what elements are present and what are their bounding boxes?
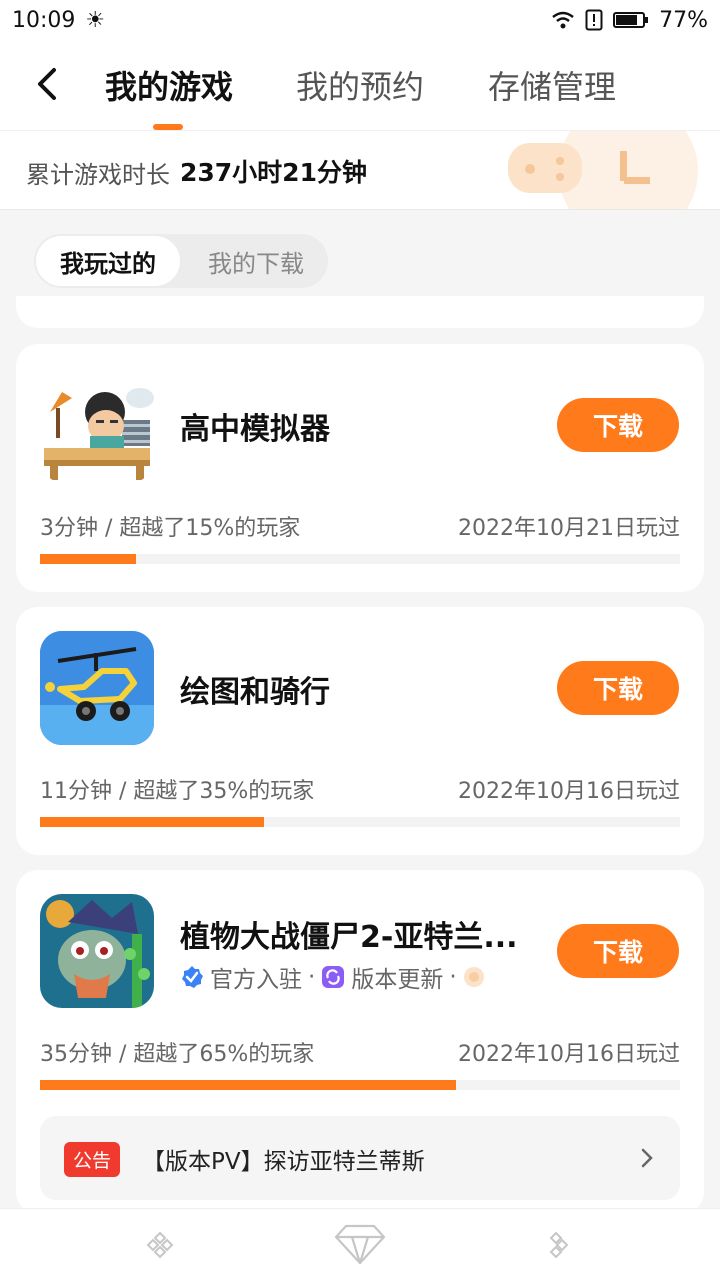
game-stat: 11分钟 / 超越了35%的玩家 <box>40 779 315 804</box>
percentile-bar <box>40 817 680 827</box>
game-stat: 35分钟 / 超越了65%的玩家 <box>40 1042 315 1067</box>
total-playtime-banner: 累计游戏时长 237小时21分钟 <box>0 130 720 210</box>
previous-card-edge <box>16 296 704 328</box>
playtime-label: 累计游戏时长 <box>26 161 170 189</box>
more-tags-icon <box>463 967 484 987</box>
game-name[interactable]: 高中模拟器 <box>180 404 330 448</box>
game-name[interactable]: 植物大战僵尸2-亚特兰... <box>180 912 518 956</box>
download-button[interactable]: 下载 <box>557 661 679 715</box>
filter-my-downloads[interactable]: 我的下载 <box>184 234 328 288</box>
wifi-icon <box>552 11 574 29</box>
tag-official: 官方入驻 <box>210 967 302 993</box>
game-card[interactable]: 植物大战僵尸2-亚特兰... 下载 官方入驻 · 版本更新 · 35分钟 / 超… <box>16 870 704 1214</box>
percentile-fill <box>40 554 136 564</box>
announcement-row[interactable]: 公告 【版本PV】探访亚特兰蒂斯 <box>40 1116 680 1200</box>
battery-level: 77% <box>659 7 708 33</box>
diamond-cluster-icon[interactable] <box>548 1231 572 1259</box>
gem-icon[interactable] <box>334 1223 386 1265</box>
brightness-icon: ☀ <box>85 7 106 33</box>
download-button[interactable]: 下载 <box>557 398 679 452</box>
last-played-date: 2022年10月16日玩过 <box>458 779 680 804</box>
game-card[interactable]: 高中模拟器 下载 3分钟 / 超越了15%的玩家 2022年10月21日玩过 <box>16 344 704 592</box>
game-icon-plants-vs-zombies-2 <box>40 894 154 1008</box>
tab-my-reservations[interactable]: 我的预约 <box>296 62 424 108</box>
tag-separator: · <box>449 964 457 990</box>
high-school-simulator-art <box>40 368 154 482</box>
percentile-fill <box>40 817 264 827</box>
game-tags: 官方入驻 · 版本更新 · <box>180 960 485 994</box>
playtime-value: 237小时21分钟 <box>180 158 367 187</box>
filter-segment-control: 我的下载 我玩过的 <box>34 234 328 288</box>
top-navigation: 我的游戏 我的预约 存储管理 <box>0 40 720 130</box>
percentile-bar <box>40 554 680 564</box>
gamepad-clock-decoration <box>508 131 698 209</box>
tab-my-games[interactable]: 我的游戏 <box>105 62 233 108</box>
diamond-grid-icon[interactable] <box>146 1231 174 1259</box>
game-icon-high-school-simulator <box>40 368 154 482</box>
last-played-date: 2022年10月16日玩过 <box>458 1042 680 1067</box>
download-button[interactable]: 下载 <box>557 924 679 978</box>
announcement-text: 【版本PV】探访亚特兰蒂斯 <box>142 1149 425 1175</box>
alert-icon <box>585 9 603 31</box>
game-card[interactable]: 绘图和骑行 下载 11分钟 / 超越了35%的玩家 2022年10月16日玩过 <box>16 607 704 855</box>
update-icon <box>322 966 345 988</box>
verified-badge-icon <box>182 966 203 988</box>
announcement-badge: 公告 <box>64 1142 121 1177</box>
tab-storage-management[interactable]: 存储管理 <box>488 62 616 108</box>
last-played-date: 2022年10月21日玩过 <box>458 516 680 541</box>
status-time: 10:09 <box>12 7 76 33</box>
battery-icon <box>613 12 649 28</box>
plants-vs-zombies-art <box>40 894 154 1008</box>
chevron-right-icon <box>641 1148 653 1168</box>
filter-played[interactable]: 我玩过的 <box>36 236 180 286</box>
game-stat: 3分钟 / 超越了15%的玩家 <box>40 516 301 541</box>
tag-separator: · <box>308 964 316 990</box>
tag-version-update: 版本更新 <box>351 967 444 993</box>
game-name[interactable]: 绘图和骑行 <box>180 667 330 711</box>
back-arrow-icon[interactable] <box>30 64 66 104</box>
game-icon-draw-rider <box>40 631 154 745</box>
bottom-navigation <box>0 1208 720 1281</box>
percentile-bar <box>40 1080 680 1090</box>
status-bar: 10:09 ☀ 77% <box>0 0 720 40</box>
percentile-fill <box>40 1080 456 1090</box>
draw-rider-art <box>40 631 154 745</box>
